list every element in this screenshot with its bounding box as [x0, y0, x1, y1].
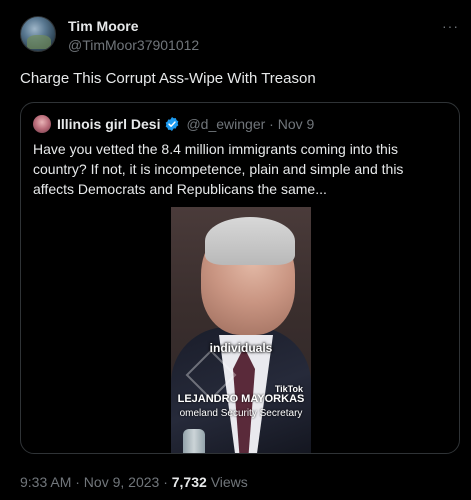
tweet-meta: 9:33 AM · Nov 9, 2023 · 7,732 Views: [20, 474, 248, 490]
video-caption: individuals: [209, 341, 273, 355]
more-options-icon[interactable]: ···: [442, 18, 459, 34]
quoted-author-handle[interactable]: @d_ewinger · Nov 9: [186, 116, 314, 132]
quoted-video-thumbnail[interactable]: individuals TikTok LEJANDRO MAYORKAS ome…: [171, 207, 311, 453]
tweet-text: Charge This Corrupt Ass-Wipe With Treaso…: [20, 70, 316, 87]
quoted-author-avatar[interactable]: [33, 115, 51, 133]
video-water-bottle: [183, 429, 205, 453]
verified-badge-icon: [166, 117, 179, 131]
views-count: 7,732: [171, 474, 207, 490]
author-name[interactable]: Tim Moore: [68, 18, 139, 34]
author-handle[interactable]: @TimMoor37901012: [68, 37, 199, 53]
quoted-author-name[interactable]: Illinois girl Desi: [57, 116, 160, 132]
author-avatar[interactable]: [20, 16, 56, 52]
tweet-timestamp[interactable]: 9:33 AM · Nov 9, 2023 ·: [20, 474, 168, 490]
quoted-tweet[interactable]: Illinois girl Desi @d_ewinger · Nov 9 Ha…: [20, 102, 460, 454]
quoted-tweet-header: Illinois girl Desi @d_ewinger · Nov 9: [33, 113, 314, 135]
quoted-tweet-text: Have you vetted the 8.4 million immigran…: [33, 141, 404, 197]
tweet-header: Tim Moore @TimMoor37901012 ···: [20, 16, 461, 56]
views-label: Views: [210, 474, 248, 490]
video-person-hair: [205, 217, 295, 265]
video-title-overlay: omeland Security Secretary: [179, 408, 303, 419]
video-name-overlay: LEJANDRO MAYORKAS: [177, 393, 305, 405]
